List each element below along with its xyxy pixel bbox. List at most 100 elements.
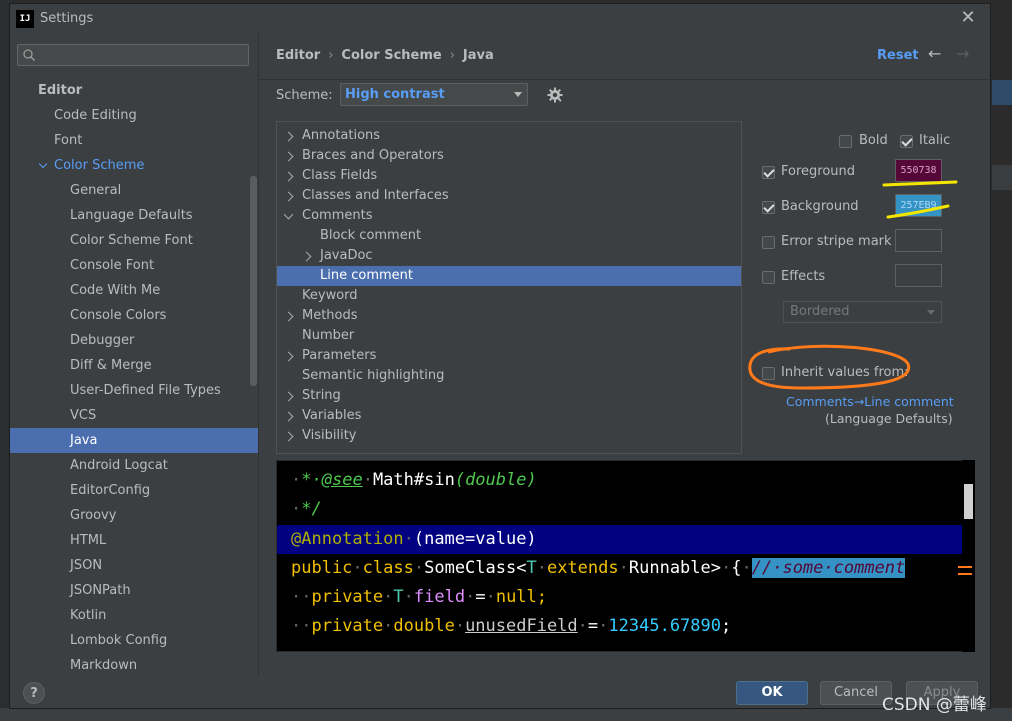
- element-classes-and-interfaces[interactable]: Classes and Interfaces: [277, 186, 741, 206]
- sidebar-item-android-logcat[interactable]: Android Logcat: [70, 453, 168, 478]
- element-methods[interactable]: Methods: [277, 306, 741, 326]
- chevron-right-icon[interactable]: [283, 351, 294, 362]
- chevron-right-icon[interactable]: [283, 131, 294, 142]
- code-token: private: [311, 587, 384, 607]
- element-semantic-highlighting[interactable]: Semantic highlighting: [277, 366, 741, 386]
- bold-checkbox[interactable]: [839, 135, 852, 148]
- effects-type-dropdown[interactable]: Bordered: [783, 301, 942, 323]
- sidebar-item-label: Android Logcat: [70, 458, 168, 473]
- ok-button[interactable]: OK: [736, 681, 808, 705]
- element-variables[interactable]: Variables: [277, 406, 741, 426]
- sidebar-item-label: JSON: [70, 558, 103, 573]
- error-stripe-color-swatch[interactable]: [895, 229, 942, 252]
- sidebar-item-label: Lombok Config: [70, 633, 168, 648]
- sidebar-item-color-scheme-font[interactable]: Color Scheme Font: [70, 228, 193, 253]
- sidebar-item-label: Kotlin: [70, 608, 107, 623]
- reset-link[interactable]: Reset: [877, 48, 919, 63]
- foreground-checkbox[interactable]: [762, 166, 775, 179]
- chevron-right-icon[interactable]: [301, 251, 312, 262]
- sidebar-item-editorconfig[interactable]: EditorConfig: [70, 478, 150, 503]
- chevron-right-icon[interactable]: [283, 191, 294, 202]
- italic-checkbox[interactable]: [900, 135, 913, 148]
- sidebar-item-label: HTML: [70, 533, 107, 548]
- chevron-right-icon[interactable]: [283, 431, 294, 442]
- element-line-comment[interactable]: Line comment: [277, 266, 741, 286]
- chevron-right-icon[interactable]: [283, 391, 294, 402]
- code-line: ·*·@see·Math#sin(double): [277, 466, 973, 495]
- effects-color-swatch[interactable]: [895, 264, 942, 287]
- element-number[interactable]: Number: [277, 326, 741, 346]
- element-parameters[interactable]: Parameters: [277, 346, 741, 366]
- chevron-right-icon[interactable]: [283, 151, 294, 162]
- breadcrumb-color-scheme[interactable]: Color Scheme: [341, 48, 441, 63]
- background-app-right-edge: [992, 0, 1012, 721]
- sidebar-item-user-defined-file-types[interactable]: User-Defined File Types: [70, 378, 221, 403]
- sidebar-item-debugger[interactable]: Debugger: [70, 328, 134, 353]
- sidebar-scrollbar[interactable]: [250, 176, 257, 386]
- sidebar-item-kotlin[interactable]: Kotlin: [70, 603, 106, 628]
- sidebar-item-groovy[interactable]: Groovy: [70, 503, 116, 528]
- code-token: extends: [546, 558, 619, 578]
- sidebar-item-java[interactable]: Java: [10, 428, 258, 453]
- element-javadoc[interactable]: JavaDoc: [277, 246, 741, 266]
- sidebar-item-console-font[interactable]: Console Font: [70, 253, 154, 278]
- back-arrow-icon[interactable]: ←: [928, 44, 941, 63]
- chevron-down-icon[interactable]: [283, 209, 294, 220]
- forward-arrow-icon[interactable]: →: [956, 44, 969, 63]
- element-block-comment[interactable]: Block comment: [277, 226, 741, 246]
- gear-icon[interactable]: [546, 86, 564, 104]
- sidebar-item-code-with-me[interactable]: Code With Me: [70, 278, 160, 303]
- sidebar-item-font[interactable]: Font: [54, 128, 82, 153]
- preview-scrollbar[interactable]: [964, 484, 973, 519]
- element-class-fields[interactable]: Class Fields: [277, 166, 741, 186]
- code-token: */: [301, 499, 322, 519]
- background-checkbox[interactable]: [762, 201, 775, 214]
- foreground-color-swatch[interactable]: 550738: [895, 159, 942, 182]
- sidebar-item-general[interactable]: General: [70, 178, 121, 203]
- sidebar-item-json[interactable]: JSON: [70, 553, 102, 578]
- element-comments[interactable]: Comments: [277, 206, 741, 226]
- inherit-values-checkbox[interactable]: [762, 367, 775, 380]
- sidebar-item-diff-merge[interactable]: Diff & Merge: [70, 353, 152, 378]
- sidebar-item-console-colors[interactable]: Console Colors: [70, 303, 166, 328]
- element-string[interactable]: String: [277, 386, 741, 406]
- sidebar-item-markdown[interactable]: Markdown: [70, 653, 137, 674]
- code-preview[interactable]: ·*·@see·Math#sin(double) ·*/@Annotation·(…: [276, 460, 974, 652]
- panel-divider: [258, 34, 259, 676]
- error-stripe-checkbox[interactable]: [762, 236, 775, 249]
- element-annotations[interactable]: Annotations: [277, 126, 741, 146]
- element-label: Number: [302, 328, 355, 343]
- scheme-dropdown[interactable]: High contrast: [340, 83, 528, 106]
- chevron-right-icon[interactable]: [283, 171, 294, 182]
- background-color-swatch[interactable]: 257EB9: [895, 194, 942, 217]
- code-token: private: [311, 616, 384, 636]
- element-keyword[interactable]: Keyword: [277, 286, 741, 306]
- code-token: @Annotation: [291, 529, 404, 549]
- sidebar-item-jsonpath[interactable]: JSONPath: [70, 578, 131, 603]
- sidebar-item-editor[interactable]: Editor: [38, 78, 82, 103]
- code-token: ·: [352, 558, 363, 578]
- sidebar-item-code-editing[interactable]: Code Editing: [54, 103, 137, 128]
- sidebar-item-html[interactable]: HTML: [70, 528, 106, 553]
- sidebar-item-color-scheme[interactable]: Color Scheme: [38, 153, 144, 178]
- intellij-app-icon: IJ: [16, 10, 34, 28]
- sidebar-item-language-defaults[interactable]: Language Defaults: [70, 203, 193, 228]
- sidebar-item-label: Console Colors: [70, 308, 167, 323]
- inherit-source-link[interactable]: Comments→Line comment: [786, 394, 954, 409]
- effects-checkbox[interactable]: [762, 271, 775, 284]
- code-token: ·: [485, 587, 496, 607]
- color-elements-tree: Annotations Braces and Operators Class Fie…: [276, 121, 742, 454]
- close-icon[interactable]: ✕: [958, 8, 978, 28]
- sidebar-item-lombok-config[interactable]: Lombok Config: [70, 628, 167, 653]
- element-braces-and-operators[interactable]: Braces and Operators: [277, 146, 741, 166]
- background-status-bar: [0, 708, 1012, 721]
- sidebar-item-vcs[interactable]: VCS: [70, 403, 96, 428]
- search-input[interactable]: [17, 44, 249, 66]
- sidebar-item-label: EditorConfig: [70, 483, 151, 498]
- code-token: ·: [413, 558, 425, 578]
- chevron-right-icon[interactable]: [283, 311, 294, 322]
- element-visibility[interactable]: Visibility: [277, 426, 741, 446]
- help-button[interactable]: ?: [23, 682, 45, 704]
- chevron-right-icon[interactable]: [283, 411, 294, 422]
- breadcrumb-editor[interactable]: Editor: [276, 48, 320, 63]
